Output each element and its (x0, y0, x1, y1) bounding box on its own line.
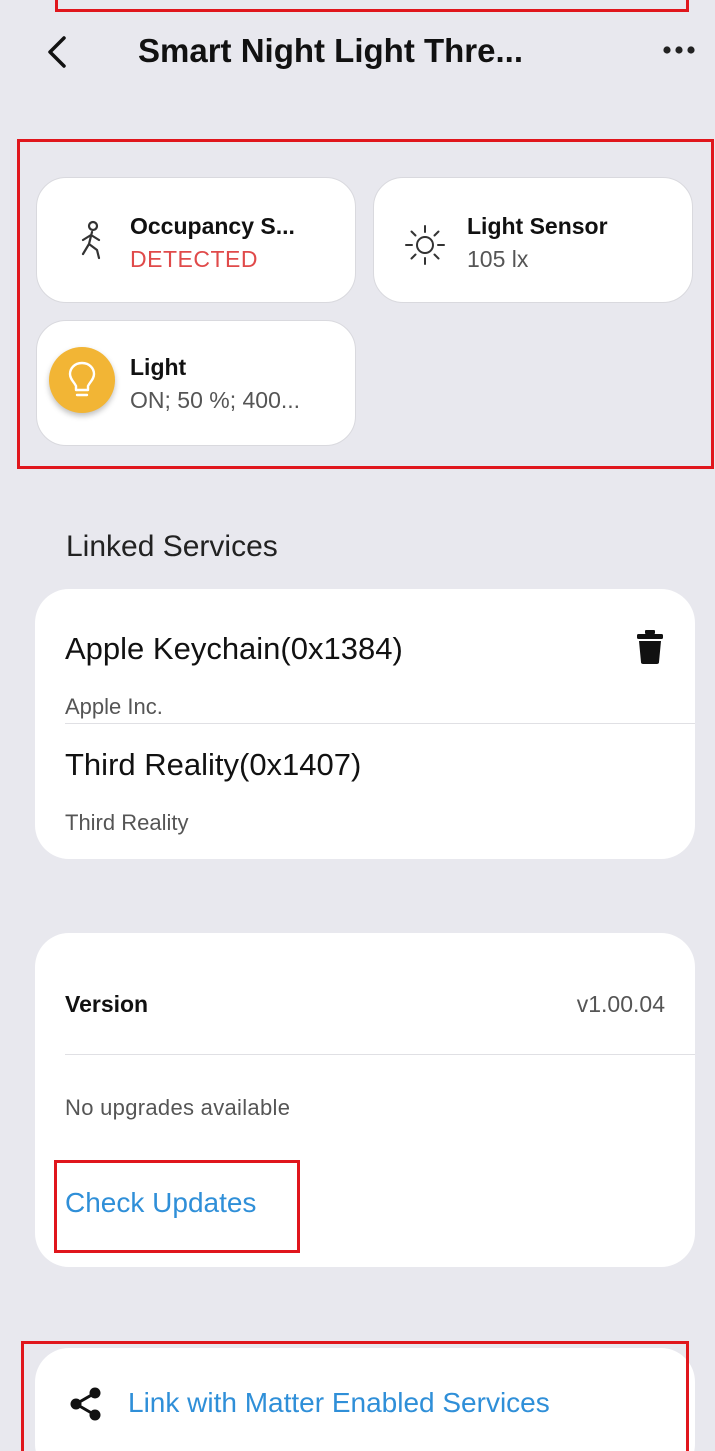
more-icon[interactable] (661, 38, 697, 62)
tile-name: Light (130, 354, 187, 380)
linked-services-label: Linked Services (66, 530, 278, 563)
link-matter-services-button[interactable]: Link with Matter Enabled Services (128, 1387, 550, 1419)
service-name: Apple Keychain(0x1384) (65, 631, 403, 666)
back-icon[interactable] (38, 32, 78, 72)
tile-name: Occupancy S... (130, 213, 295, 239)
upgrade-status: No upgrades available (65, 1095, 291, 1120)
page-title: Smart Night Light Thre... (138, 32, 523, 69)
tile-value: 105 lx (467, 246, 529, 272)
linked-services-card: Apple Keychain(0x1384) Apple Inc. Third … (35, 589, 695, 859)
version-label: Version (65, 991, 149, 1017)
light-toggle[interactable] (49, 347, 115, 413)
tile-light[interactable]: Light ON; 50 %; 400... (36, 320, 356, 446)
divider (65, 723, 695, 724)
tile-value: DETECTED (130, 246, 258, 272)
tile-value: ON; 50 %; 400... (130, 387, 301, 413)
tile-light-sensor[interactable]: Light Sensor 105 lx (373, 177, 693, 303)
version-card: Version v1.00.04 No upgrades available C… (35, 933, 695, 1267)
trash-icon[interactable] (636, 629, 664, 665)
walking-person-icon (81, 220, 101, 260)
version-value: v1.00.04 (576, 991, 665, 1017)
header: Smart Night Light Thre... (0, 0, 715, 110)
lightbulb-icon (68, 361, 96, 397)
sun-icon (405, 225, 445, 265)
share-icon (70, 1387, 101, 1421)
service-vendor: Third Reality (65, 810, 189, 835)
tile-name: Light Sensor (467, 213, 608, 239)
divider (65, 1054, 695, 1055)
service-name: Third Reality(0x1407) (65, 747, 362, 782)
service-vendor: Apple Inc. (65, 694, 163, 719)
tile-occupancy-sensor[interactable]: Occupancy S... DETECTED (36, 177, 356, 303)
check-updates-button[interactable]: Check Updates (65, 1187, 256, 1219)
